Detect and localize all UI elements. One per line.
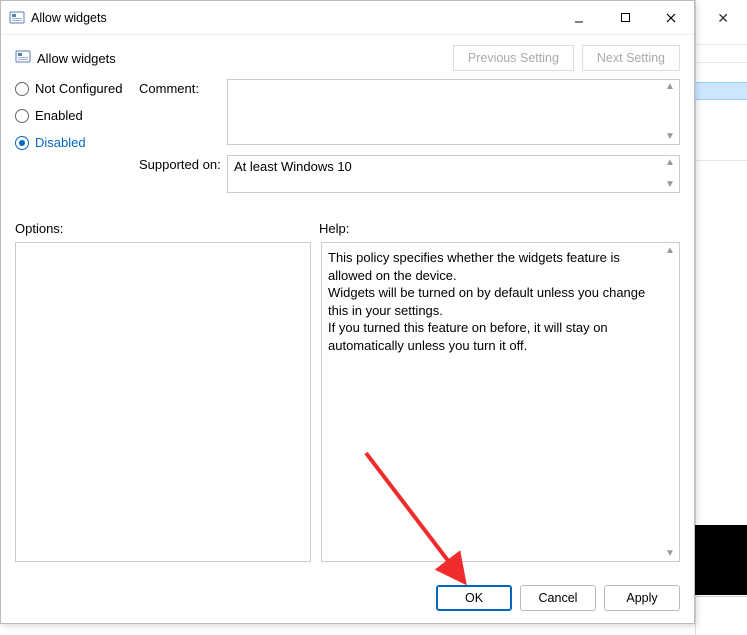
minimize-button[interactable] [556,1,602,35]
radio-label: Not Configured [35,81,122,96]
supported-on-value: At least Windows 10 [234,159,352,174]
policy-icon [15,49,31,68]
comment-label: Comment: [139,79,227,145]
supported-on-label: Supported on: [139,155,227,193]
radio-label: Enabled [35,108,83,123]
close-icon[interactable]: ✕ [717,10,729,27]
state-radio-group: Not Configured Enabled Disabled [15,79,139,162]
close-button[interactable] [648,1,694,35]
maximize-button[interactable] [602,1,648,35]
radio-enabled[interactable]: Enabled [15,108,139,123]
background-panel [695,525,747,595]
help-label: Help: [319,221,349,236]
options-label: Options: [15,221,319,236]
dialog-buttons: OK Cancel Apply [1,575,694,623]
radio-icon [15,82,29,96]
scroll-up-icon[interactable]: ▲ [663,245,677,256]
comment-input[interactable]: ▲ ▼ [227,79,680,145]
app-icon [9,10,25,26]
help-panel: This policy specifies whether the widget… [321,242,680,562]
policy-title: Allow widgets [37,51,445,66]
ok-button[interactable]: OK [436,585,512,611]
cancel-button[interactable]: Cancel [520,585,596,611]
scroll-up-icon[interactable]: ▲ [663,82,677,92]
radio-disabled[interactable]: Disabled [15,135,139,150]
radio-icon [15,109,29,123]
background-divider [696,44,747,45]
window-title: Allow widgets [31,11,556,25]
apply-button[interactable]: Apply [604,585,680,611]
titlebar[interactable]: Allow widgets [1,1,694,35]
previous-setting-button[interactable]: Previous Setting [453,45,574,71]
scroll-down-icon[interactable]: ▼ [663,548,677,559]
background-divider [696,596,747,597]
help-text: This policy specifies whether the widget… [328,249,659,354]
background-selection [695,82,747,100]
next-setting-button[interactable]: Next Setting [582,45,680,71]
radio-not-configured[interactable]: Not Configured [15,81,139,96]
background-divider [696,160,747,161]
scroll-down-icon[interactable]: ▼ [663,180,677,190]
radio-label: Disabled [35,135,86,150]
scroll-down-icon[interactable]: ▼ [663,132,677,142]
background-divider [696,62,747,63]
options-panel [15,242,311,562]
supported-on-box: At least Windows 10 ▲ ▼ [227,155,680,193]
policy-dialog: Allow widgets Allow widgets Previous Set… [0,0,695,624]
scroll-up-icon[interactable]: ▲ [663,158,677,168]
radio-icon [15,136,29,150]
